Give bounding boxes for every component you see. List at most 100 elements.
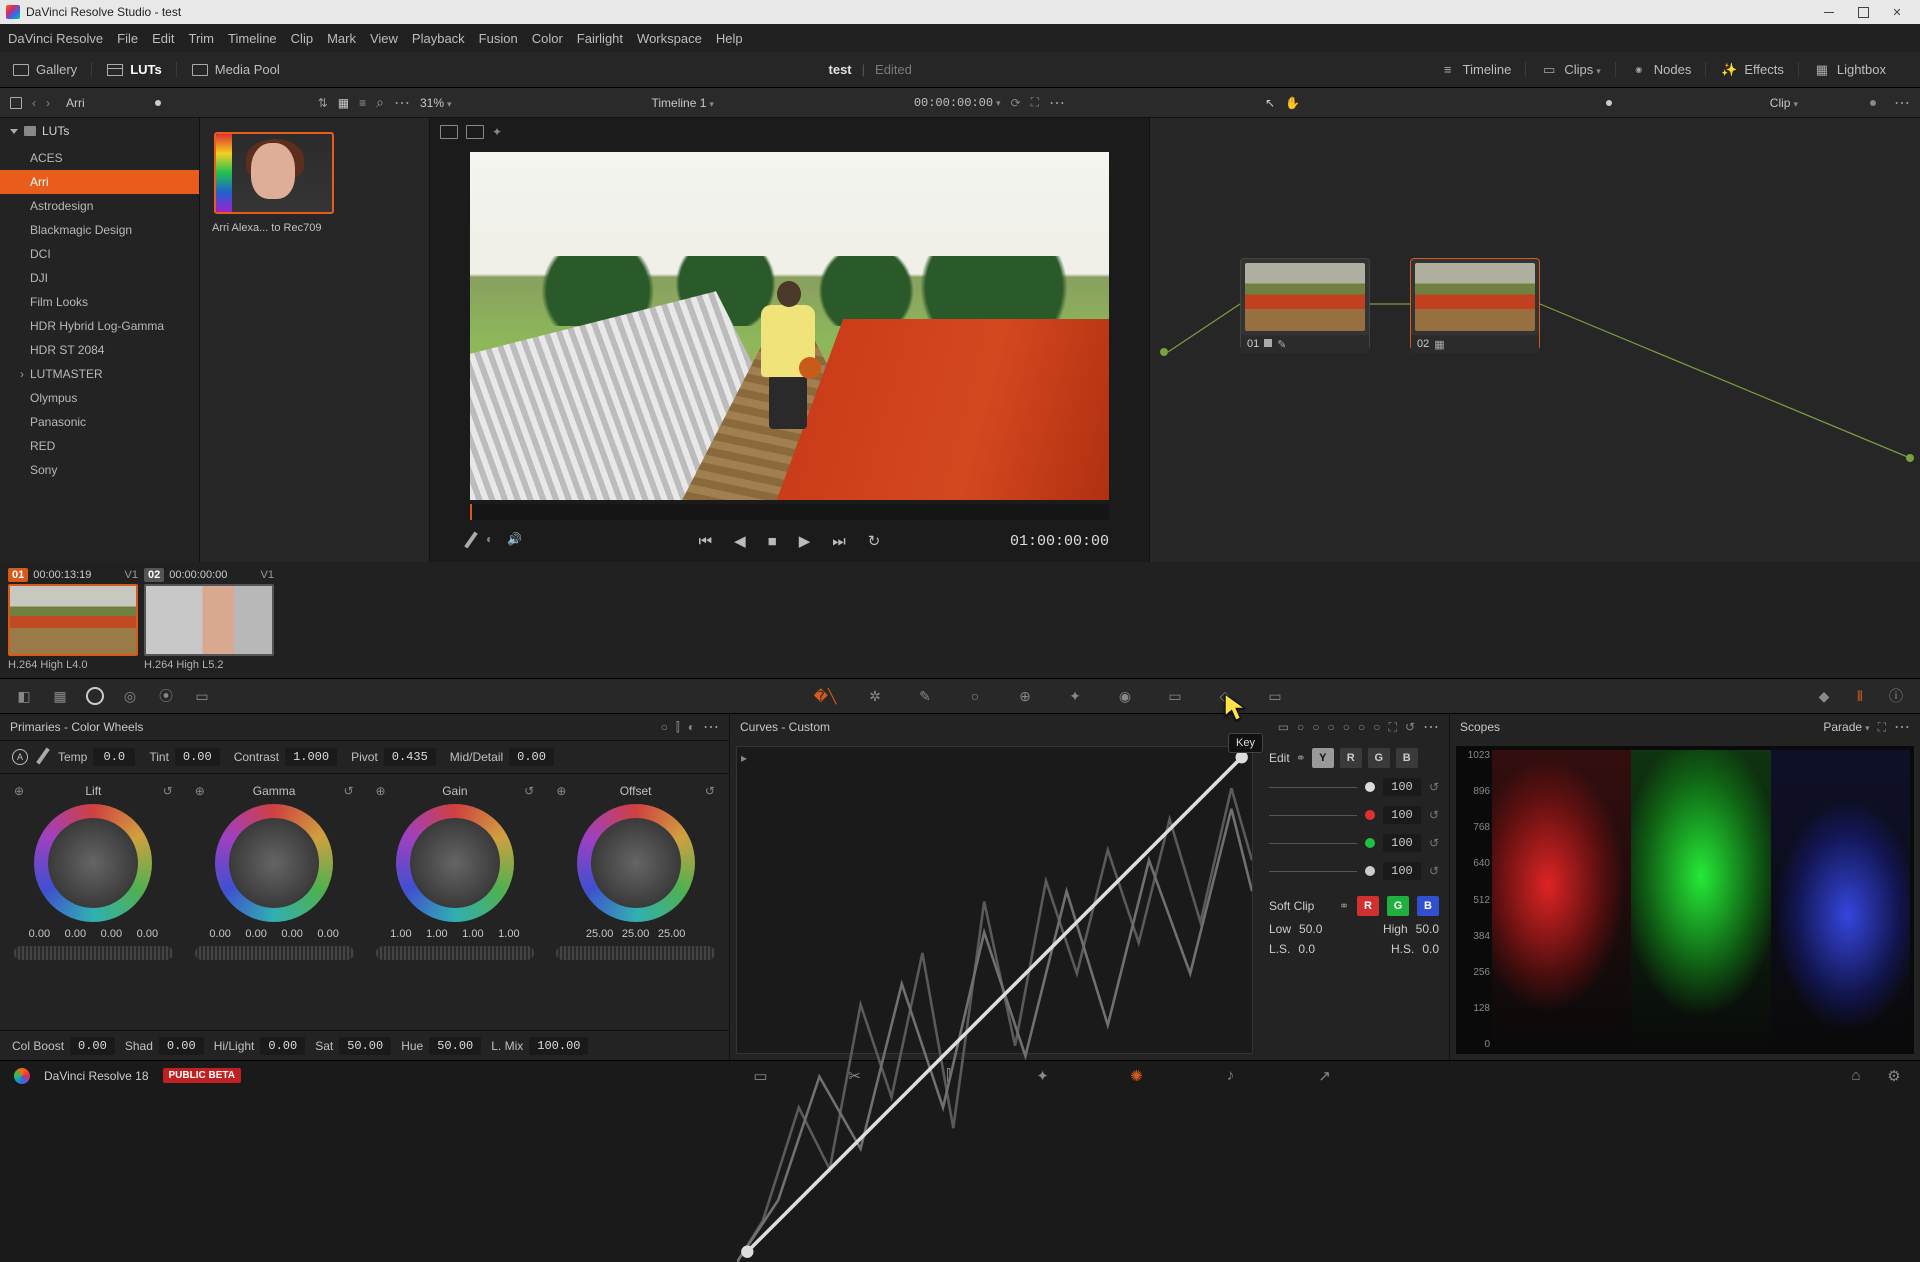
clip-dropdown[interactable]: Clip xyxy=(1770,96,1798,110)
luts-folder-header[interactable]: LUTs xyxy=(0,118,199,144)
gain-master-slider[interactable] xyxy=(376,946,535,960)
tracking-icon[interactable]: ⊕ xyxy=(1015,686,1035,706)
y-intensity[interactable]: 100 xyxy=(1383,778,1421,796)
gamma-reset-icon[interactable]: ↺ xyxy=(343,784,353,798)
lut-thumbnail[interactable] xyxy=(214,132,334,214)
curves-mode2-icon[interactable]: ○ xyxy=(1312,720,1319,734)
menu-item[interactable]: Trim xyxy=(189,31,215,46)
curves-mode3-icon[interactable]: ○ xyxy=(1328,720,1335,734)
gain-value[interactable]: 1.00 xyxy=(422,928,452,940)
curve-b-button[interactable]: B xyxy=(1396,748,1418,768)
list-view-icon[interactable] xyxy=(359,96,366,110)
arrow-tool-icon[interactable]: ↖ xyxy=(1265,96,1275,110)
offset-value[interactable]: 25.00 xyxy=(585,928,615,940)
keyframes-icon[interactable]: ◆ xyxy=(1814,686,1834,706)
primaries-more-icon[interactable] xyxy=(703,717,719,737)
node-input-dot[interactable] xyxy=(1160,348,1168,356)
offset-value[interactable]: 25.00 xyxy=(621,928,651,940)
lift-reset-icon[interactable]: ↺ xyxy=(163,784,173,798)
offset-colorwheel[interactable] xyxy=(577,804,695,922)
link-icon[interactable]: ⚭ xyxy=(1296,751,1306,765)
zoom-dropdown[interactable]: 31% xyxy=(420,96,452,110)
curves-expand-icon[interactable]: ⛶ xyxy=(1389,720,1397,735)
gain-value[interactable]: 1.00 xyxy=(386,928,416,940)
luts-item[interactable]: Film Looks xyxy=(0,290,199,314)
grid-view-icon[interactable] xyxy=(338,96,349,110)
menu-item[interactable]: Fusion xyxy=(479,31,518,46)
blur-icon[interactable]: ◉ xyxy=(1115,686,1135,706)
stereo-icon[interactable]: ▭ xyxy=(1265,686,1285,706)
motion-effects-icon[interactable]: ▭ xyxy=(192,686,212,706)
play-button[interactable]: ▶ xyxy=(799,532,811,550)
clip-01[interactable]: 0100:00:13:19V1 H.264 High L4.0 xyxy=(8,566,138,671)
luts-item[interactable]: Panasonic xyxy=(0,410,199,434)
hdr-wheels-icon[interactable]: ◎ xyxy=(120,686,140,706)
menu-item[interactable]: Playback xyxy=(412,31,465,46)
temp-value[interactable]: 0.0 xyxy=(93,748,135,766)
curves-reset-icon[interactable]: ↺ xyxy=(1405,720,1415,734)
node-output-dot[interactable] xyxy=(1906,454,1914,462)
color-match-icon[interactable]: ▦ xyxy=(50,686,70,706)
book-icon[interactable] xyxy=(10,97,22,109)
menu-item[interactable]: File xyxy=(117,31,138,46)
luts-item[interactable]: HDR ST 2084 xyxy=(0,338,199,362)
bars-mode-icon[interactable]: ⫿ xyxy=(676,720,680,735)
menu-item[interactable]: View xyxy=(370,31,398,46)
offset-master-slider[interactable] xyxy=(556,946,715,960)
viewer-timecode[interactable]: 00:00:00:00 xyxy=(914,96,1001,110)
softclip-r-button[interactable]: R xyxy=(1357,896,1379,916)
menu-item[interactable]: Workspace xyxy=(637,31,702,46)
stop-button[interactable]: ■ xyxy=(768,533,777,550)
menu-item[interactable]: Help xyxy=(716,31,743,46)
sat-value[interactable]: 50.00 xyxy=(339,1037,391,1055)
wheels-mode-icon[interactable]: ○ xyxy=(661,720,668,734)
node-02[interactable]: 02▦ xyxy=(1410,258,1540,350)
scopes-mode-dropdown[interactable]: Parade xyxy=(1823,720,1869,734)
luts-item[interactable]: HDR Hybrid Log-Gamma xyxy=(0,314,199,338)
window-icon[interactable]: ○ xyxy=(965,686,985,706)
luts-item[interactable]: RED xyxy=(0,434,199,458)
gallery-button[interactable]: Gallery xyxy=(36,62,77,77)
mediapool-button[interactable]: Media Pool xyxy=(215,62,280,77)
scopes-icon[interactable]: ⫴ xyxy=(1850,686,1870,706)
scopes-expand-icon[interactable]: ⛶ xyxy=(1878,720,1886,735)
timeline-button[interactable]: Timeline xyxy=(1463,62,1512,77)
curves-canvas[interactable]: ▸ xyxy=(736,746,1253,1054)
menu-item[interactable]: Timeline xyxy=(228,31,277,46)
camera-raw-icon[interactable]: ◧ xyxy=(14,686,34,706)
offset-value[interactable]: 25.00 xyxy=(657,928,687,940)
node-01[interactable]: 01✎ xyxy=(1240,258,1370,350)
more-icon[interactable] xyxy=(394,93,410,113)
rgb-mixer-icon[interactable]: ⦿ xyxy=(156,686,176,706)
sizing-icon[interactable]: ◇ xyxy=(1215,686,1235,706)
viewer-mode-1-icon[interactable] xyxy=(440,125,458,139)
tint-value[interactable]: 0.00 xyxy=(175,748,220,766)
close-button[interactable] xyxy=(1880,3,1914,21)
offset-reset-icon[interactable]: ↺ xyxy=(705,784,715,798)
middetail-value[interactable]: 0.00 xyxy=(509,748,554,766)
viewer-mode-2-icon[interactable] xyxy=(466,125,484,139)
next-clip-button[interactable]: ⏭ xyxy=(832,533,846,550)
gamma-master-slider[interactable] xyxy=(195,946,354,960)
auto-balance-icon[interactable]: A xyxy=(12,749,28,765)
r-reset-icon[interactable] xyxy=(1429,808,1439,822)
luts-item[interactable]: DCI xyxy=(0,242,199,266)
color-picker-icon[interactable] xyxy=(470,532,472,551)
curve-y-button[interactable]: Y xyxy=(1312,748,1334,768)
r-intensity[interactable]: 100 xyxy=(1383,806,1421,824)
gamma-value[interactable]: 0.00 xyxy=(205,928,235,940)
lightbox-button[interactable]: Lightbox xyxy=(1837,62,1886,77)
sc-hs-value[interactable]: 0.0 xyxy=(1422,942,1439,956)
w-intensity[interactable]: 100 xyxy=(1383,862,1421,880)
loop-button[interactable]: ↻ xyxy=(868,532,881,550)
curves-mode5-icon[interactable]: ○ xyxy=(1358,720,1365,734)
gain-colorwheel[interactable] xyxy=(396,804,514,922)
search-icon[interactable] xyxy=(376,94,384,111)
nav-back-icon[interactable]: ‹ xyxy=(32,96,36,110)
gamma-colorwheel[interactable] xyxy=(215,804,333,922)
sc-ls-value[interactable]: 0.0 xyxy=(1298,942,1315,956)
split-icon[interactable]: ◐ xyxy=(486,532,493,551)
curves-mode1-icon[interactable]: ○ xyxy=(1297,720,1304,734)
step-back-button[interactable]: ◀ xyxy=(734,532,746,550)
luts-item[interactable]: Astrodesign xyxy=(0,194,199,218)
